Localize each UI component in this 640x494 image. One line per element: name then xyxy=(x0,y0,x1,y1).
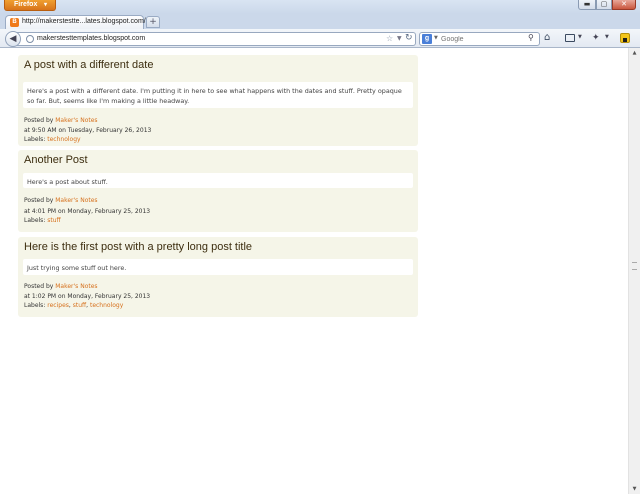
label-link[interactable]: stuff xyxy=(47,217,60,224)
posted-by-label: Posted by xyxy=(24,117,54,124)
label-link[interactable]: recipes xyxy=(47,302,69,309)
firefox-menu-label: Firefox xyxy=(14,1,38,8)
back-button[interactable]: ◀ xyxy=(5,31,21,47)
firefox-menu-button[interactable]: Firefox ▾ xyxy=(4,0,56,11)
globe-icon xyxy=(26,35,34,43)
post-body: Just trying some stuff out here. xyxy=(23,259,413,275)
labels-label: Labels: xyxy=(24,136,46,143)
url-text: makerstesttemplates.blogspot.com xyxy=(37,35,146,42)
window-titlebar: Firefox ▾ ▬ ▢ ✕ xyxy=(0,0,640,14)
post-title[interactable]: A post with a different date xyxy=(24,59,153,71)
author-link[interactable]: Maker's Notes xyxy=(55,283,97,290)
reload-icon[interactable]: ↻ xyxy=(405,33,413,43)
post-author-line: Posted by Maker's Notes xyxy=(24,282,98,292)
bookmarks-menu-icon[interactable] xyxy=(565,34,575,42)
post-body: Here's a post about stuff. xyxy=(23,173,413,188)
post-labels: Labels: technology xyxy=(24,135,81,145)
post-labels: Labels: recipes, stuff, technology xyxy=(24,301,123,311)
blog-post: Another Post Here's a post about stuff. … xyxy=(18,150,418,232)
blog-post: A post with a different date Here's a po… xyxy=(18,55,418,146)
tab-blog[interactable]: B http://makerstestte...lates.blogspot.c… xyxy=(5,15,146,29)
addon-icon[interactable] xyxy=(620,33,630,43)
blogger-favicon-icon: B xyxy=(10,18,19,27)
post-author-line: Posted by Maker's Notes xyxy=(24,196,98,206)
post-body: Here's a post with a different date. I'm… xyxy=(23,82,413,108)
author-link[interactable]: Maker's Notes xyxy=(55,197,97,204)
post-labels: Labels: stuff xyxy=(24,216,61,226)
posted-by-label: Posted by xyxy=(24,283,54,290)
label-link[interactable]: stuff xyxy=(73,302,86,309)
minimize-button[interactable]: ▬ xyxy=(578,0,596,10)
tab-strip: B http://makerstestte...lates.blogspot.c… xyxy=(0,14,640,29)
post-title[interactable]: Here is the first post with a pretty lon… xyxy=(24,241,252,253)
google-icon[interactable]: g xyxy=(422,34,432,44)
scroll-up-arrow-icon[interactable]: ▲ xyxy=(629,48,640,58)
blog-post: Here is the first post with a pretty lon… xyxy=(18,237,418,317)
vertical-scrollbar[interactable]: ▲ ▼ xyxy=(628,48,640,494)
bookmark-star-icon[interactable]: ☆ xyxy=(386,34,393,43)
tab-title: http://makerstestte...lates.blogspot.com… xyxy=(22,18,146,25)
labels-label: Labels: xyxy=(24,217,46,224)
search-engine-dropdown-icon[interactable]: ▼ xyxy=(434,35,438,41)
posted-by-label: Posted by xyxy=(24,197,54,204)
search-bar[interactable]: g ▼ ⚲ xyxy=(419,32,540,46)
post-title[interactable]: Another Post xyxy=(24,154,88,166)
label-link[interactable]: technology xyxy=(90,302,123,309)
label-link[interactable]: technology xyxy=(47,136,80,143)
url-bar[interactable]: makerstesttemplates.blogspot.com ☆ ▼ ↻ xyxy=(17,32,416,46)
close-window-button[interactable]: ✕ xyxy=(612,0,636,10)
back-arrow-icon: ◀ xyxy=(9,34,17,44)
bookmarks-dropdown-icon[interactable]: ▼ xyxy=(578,34,582,40)
navigation-toolbar: makerstesttemplates.blogspot.com ☆ ▼ ↻ ◀… xyxy=(0,29,640,48)
tools-dropdown-icon[interactable]: ▼ xyxy=(605,34,609,40)
page-content: A post with a different date Here's a po… xyxy=(0,48,628,494)
maximize-button[interactable]: ▢ xyxy=(596,0,612,10)
home-icon[interactable]: ⌂ xyxy=(544,32,550,44)
tools-icon[interactable]: ✦ xyxy=(592,32,600,44)
author-link[interactable]: Maker's Notes xyxy=(55,117,97,124)
search-input[interactable] xyxy=(441,34,521,44)
search-icon[interactable]: ⚲ xyxy=(528,33,534,42)
chevron-down-icon: ▾ xyxy=(43,2,47,8)
post-author-line: Posted by Maker's Notes xyxy=(24,116,98,126)
new-tab-button[interactable]: + xyxy=(146,16,160,28)
scroll-down-arrow-icon[interactable]: ▼ xyxy=(629,484,640,494)
url-history-dropdown-icon[interactable]: ▼ xyxy=(397,35,402,42)
labels-label: Labels: xyxy=(24,302,46,309)
scrollbar-thumb[interactable] xyxy=(632,262,637,270)
